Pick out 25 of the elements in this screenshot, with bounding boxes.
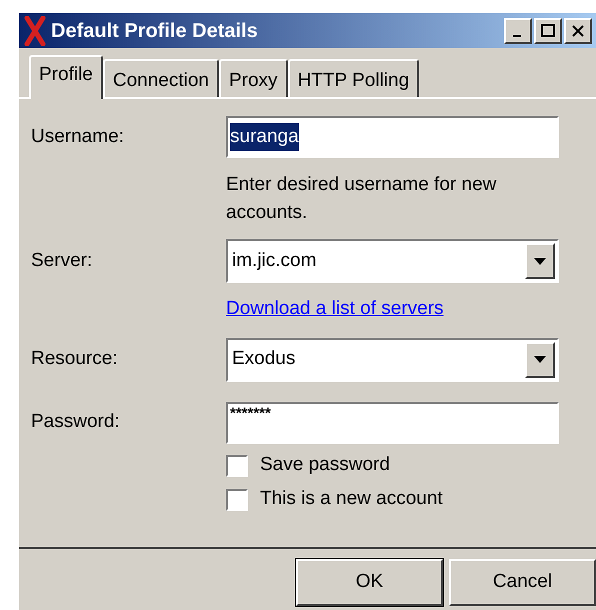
window-title: Default Profile Details [51, 18, 259, 44]
password-field[interactable]: ******* [226, 402, 559, 444]
ok-button[interactable]: OK [296, 559, 443, 606]
field-label: Username: [31, 124, 125, 149]
download-servers-link[interactable]: Download a list of servers [226, 298, 444, 319]
tab[interactable]: Proxy [218, 59, 288, 97]
checkbox-label: Save password [260, 453, 390, 478]
username-field[interactable]: suranga [226, 116, 559, 158]
tab[interactable]: Profile [29, 55, 103, 99]
dropdown[interactable]: Exodus [226, 338, 559, 382]
tab[interactable]: Connection [102, 59, 219, 97]
field-label: Resource: [31, 347, 119, 372]
checkbox[interactable] [226, 488, 248, 510]
maximize-icon[interactable] [534, 18, 562, 44]
field-label: Password: [31, 410, 121, 434]
minimize-icon[interactable] [504, 18, 532, 44]
dropdown[interactable]: im.jic.com [226, 239, 559, 283]
tab[interactable]: HTTP Polling [288, 59, 420, 97]
cancel-button[interactable]: Cancel [449, 559, 596, 606]
checkbox-label: This is a new account [260, 487, 443, 512]
x-logo-icon [23, 16, 47, 46]
close-icon[interactable] [564, 18, 592, 44]
hint-text: Enter desired username for new accounts. [226, 173, 498, 225]
checkbox[interactable] [226, 454, 248, 476]
field-label: Server: [31, 248, 94, 273]
